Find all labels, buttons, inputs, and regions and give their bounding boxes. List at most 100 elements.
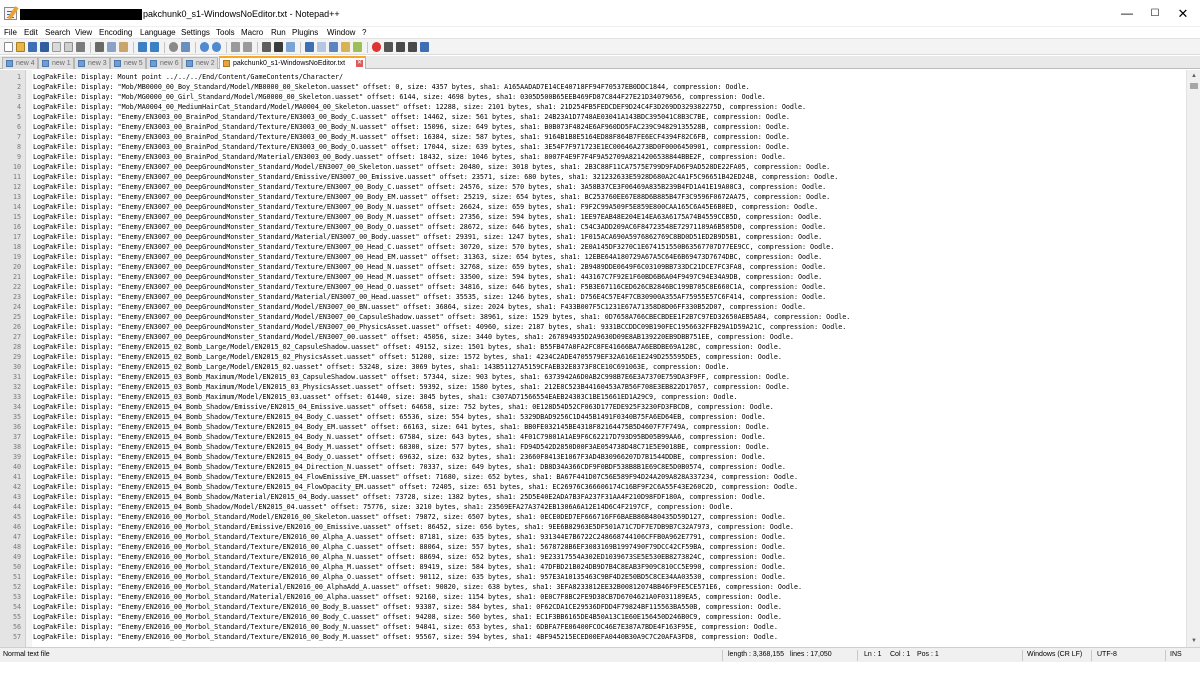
tab-new-5[interactable]: new 5 <box>110 57 146 69</box>
tab-new-1[interactable]: new 1 <box>38 57 74 69</box>
code-line[interactable]: LogPakFile: Display: "Enemy/EN2015_02_Bo… <box>33 362 730 372</box>
sync-vertical-icon[interactable] <box>231 42 240 52</box>
code-line[interactable]: LogPakFile: Display: "Enemy/EN3007_00_De… <box>33 282 826 292</box>
tab-new-6[interactable]: new 6 <box>146 57 182 69</box>
code-line[interactable]: LogPakFile: Display: "Enemy/EN3003_00_Br… <box>33 112 790 122</box>
code-line[interactable]: LogPakFile: Display: "Enemy/EN2015_04_Bo… <box>33 432 766 442</box>
redo-icon[interactable] <box>150 42 159 52</box>
tab-pakchunk0-s1[interactable]: pakchunk0_s1-WindowsNoEditor.txt ✕ <box>219 56 366 69</box>
run-multiple-icon[interactable] <box>408 42 417 52</box>
minimize-button[interactable]: — <box>1112 3 1142 24</box>
status-insert-mode[interactable]: INS <box>1170 648 1182 662</box>
tab-new-4[interactable]: new 4 <box>2 57 38 69</box>
code-line[interactable]: LogPakFile: Display: "Enemy/EN2016_00_Mo… <box>33 562 786 572</box>
menu-tools[interactable]: Tools <box>216 27 235 38</box>
status-eol-format[interactable]: Windows (CR LF) <box>1027 648 1082 662</box>
code-line[interactable]: LogPakFile: Display: "Enemy/EN3007_00_De… <box>33 242 834 252</box>
sync-horizontal-icon[interactable] <box>243 42 252 52</box>
code-line[interactable]: LogPakFile: Display: "Enemy/EN2016_00_Mo… <box>33 522 794 532</box>
status-encoding[interactable]: UTF-8 <box>1097 648 1117 662</box>
menu-search[interactable]: Search <box>45 27 70 38</box>
code-line[interactable]: LogPakFile: Display: "Enemy/EN2015_04_Bo… <box>33 502 734 512</box>
show-all-chars-icon[interactable] <box>274 42 283 52</box>
code-line[interactable]: LogPakFile: Display: "Enemy/EN2015_04_Bo… <box>33 482 798 492</box>
udl-icon[interactable] <box>305 42 314 52</box>
code-line[interactable]: LogPakFile: Display: "Enemy/EN2015_04_Bo… <box>33 442 770 452</box>
save-all-icon[interactable] <box>40 42 49 52</box>
code-line[interactable]: LogPakFile: Display: "Enemy/EN3007_00_De… <box>33 192 830 202</box>
new-file-icon[interactable] <box>4 42 13 52</box>
menu-settings[interactable]: Settings <box>181 27 210 38</box>
maximize-button[interactable]: ☐ <box>1140 3 1170 24</box>
replace-icon[interactable] <box>181 42 190 52</box>
scroll-down-arrow-icon[interactable]: ▼ <box>1187 635 1200 647</box>
code-line[interactable]: LogPakFile: Display: "Enemy/EN2016_00_Mo… <box>33 632 778 642</box>
code-line[interactable]: LogPakFile: Display: "Enemy/EN3003_00_Br… <box>33 132 790 142</box>
zoom-out-icon[interactable] <box>212 42 221 52</box>
menu-file[interactable]: File <box>4 27 17 38</box>
code-line[interactable]: LogPakFile: Display: "Enemy/EN2015_04_Bo… <box>33 402 774 412</box>
code-line[interactable]: LogPakFile: Display: "Enemy/EN2016_00_Mo… <box>33 532 786 542</box>
function-list-icon[interactable] <box>329 42 338 52</box>
code-line[interactable]: LogPakFile: Display: "Enemy/EN3007_00_De… <box>33 212 822 222</box>
code-line[interactable]: LogPakFile: Display: "Enemy/EN2016_00_Mo… <box>33 622 778 632</box>
paste-icon[interactable] <box>119 42 128 52</box>
code-line[interactable]: LogPakFile: Display: "Enemy/EN2016_00_Mo… <box>33 582 802 592</box>
code-line[interactable]: LogPakFile: Display: "Enemy/EN2015_02_Bo… <box>33 352 782 362</box>
code-line[interactable]: LogPakFile: Display: "Mob/MB0000_00_Boy_… <box>33 82 750 92</box>
code-line[interactable]: LogPakFile: Display: "Enemy/EN2016_00_Mo… <box>33 512 786 522</box>
code-line[interactable]: LogPakFile: Display: "Enemy/EN3007_00_De… <box>33 252 822 262</box>
code-line[interactable]: LogPakFile: Display: "Mob/MA0004_00_Medi… <box>33 102 806 112</box>
save-macro-icon[interactable] <box>420 42 429 52</box>
scroll-up-arrow-icon[interactable]: ▲ <box>1187 70 1200 82</box>
code-line[interactable]: LogPakFile: Display: "Enemy/EN2016_00_Mo… <box>33 542 786 552</box>
code-line[interactable]: LogPakFile: Display: "Enemy/EN2015_04_Bo… <box>33 492 766 502</box>
code-line[interactable]: LogPakFile: Display: "Enemy/EN3007_00_De… <box>33 312 850 322</box>
notepadpp-app-icon[interactable] <box>4 7 17 20</box>
code-line[interactable]: LogPakFile: Display: "Enemy/EN3007_00_De… <box>33 272 822 282</box>
menu-plugins[interactable]: Plugins <box>292 27 318 38</box>
code-line[interactable]: LogPakFile: Display: "Enemy/EN3003_00_Br… <box>33 122 790 132</box>
code-line[interactable]: LogPakFile: Display: "Enemy/EN2015_04_Bo… <box>33 422 770 432</box>
code-line[interactable]: LogPakFile: Display: "Enemy/EN3007_00_De… <box>33 202 818 212</box>
code-line[interactable]: LogPakFile: Display: "Enemy/EN3007_00_De… <box>33 322 846 332</box>
code-line[interactable]: LogPakFile: Display: "Enemy/EN2016_00_Mo… <box>33 592 782 602</box>
stop-record-icon[interactable] <box>384 42 393 52</box>
code-line[interactable]: LogPakFile: Display: Mount point ../../.… <box>33 72 343 82</box>
menu-language[interactable]: Language <box>140 27 176 38</box>
tab-new-2[interactable]: new 2 <box>182 57 218 69</box>
code-line[interactable]: LogPakFile: Display: "Enemy/EN2015_04_Bo… <box>33 462 786 472</box>
code-line[interactable]: LogPakFile: Display: "Enemy/EN3007_00_De… <box>33 222 826 232</box>
code-line[interactable]: LogPakFile: Display: "Enemy/EN2015_02_Bo… <box>33 342 782 352</box>
menu-macro[interactable]: Macro <box>241 27 263 38</box>
code-line[interactable]: LogPakFile: Display: "Enemy/EN2015_04_Bo… <box>33 452 766 462</box>
playback-icon[interactable] <box>396 42 405 52</box>
find-icon[interactable] <box>169 42 178 52</box>
close-all-icon[interactable] <box>64 42 73 52</box>
indent-guide-icon[interactable] <box>286 42 295 52</box>
save-icon[interactable] <box>28 42 37 52</box>
code-line[interactable]: LogPakFile: Display: "Enemy/EN3007_00_De… <box>33 162 830 172</box>
code-line[interactable]: LogPakFile: Display: "Mob/MG0000_00_Girl… <box>33 92 766 102</box>
undo-icon[interactable] <box>138 42 147 52</box>
record-macro-icon[interactable] <box>372 42 381 52</box>
folder-as-workspace-icon[interactable] <box>341 42 350 52</box>
close-window-button[interactable]: ✕ <box>1168 3 1198 24</box>
menu-help[interactable]: ? <box>362 27 366 38</box>
code-line[interactable]: LogPakFile: Display: "Enemy/EN3007_00_De… <box>33 182 826 192</box>
code-line[interactable]: LogPakFile: Display: "Enemy/EN2015_03_Bo… <box>33 372 790 382</box>
code-line[interactable]: LogPakFile: Display: "Enemy/EN2015_04_Bo… <box>33 412 766 422</box>
doc-map-icon[interactable] <box>317 42 326 52</box>
menu-window[interactable]: Window <box>327 27 355 38</box>
word-wrap-icon[interactable] <box>262 42 271 52</box>
code-line[interactable]: LogPakFile: Display: "Enemy/EN2016_00_Mo… <box>33 572 786 582</box>
code-line[interactable]: LogPakFile: Display: "Enemy/EN3007_00_De… <box>33 172 838 182</box>
code-line[interactable]: LogPakFile: Display: "Enemy/EN3007_00_De… <box>33 332 794 342</box>
code-line[interactable]: LogPakFile: Display: "Enemy/EN3007_00_De… <box>33 262 826 272</box>
code-line[interactable]: LogPakFile: Display: "Enemy/EN2016_00_Mo… <box>33 552 786 562</box>
code-line[interactable]: LogPakFile: Display: "Enemy/EN2016_00_Mo… <box>33 602 782 612</box>
code-line[interactable]: LogPakFile: Display: "Enemy/EN2016_00_Mo… <box>33 612 782 622</box>
code-line[interactable]: LogPakFile: Display: "Enemy/EN3003_00_Br… <box>33 142 790 152</box>
code-line[interactable]: LogPakFile: Display: "Enemy/EN2015_03_Bo… <box>33 382 790 392</box>
tab-new-3[interactable]: new 3 <box>74 57 110 69</box>
